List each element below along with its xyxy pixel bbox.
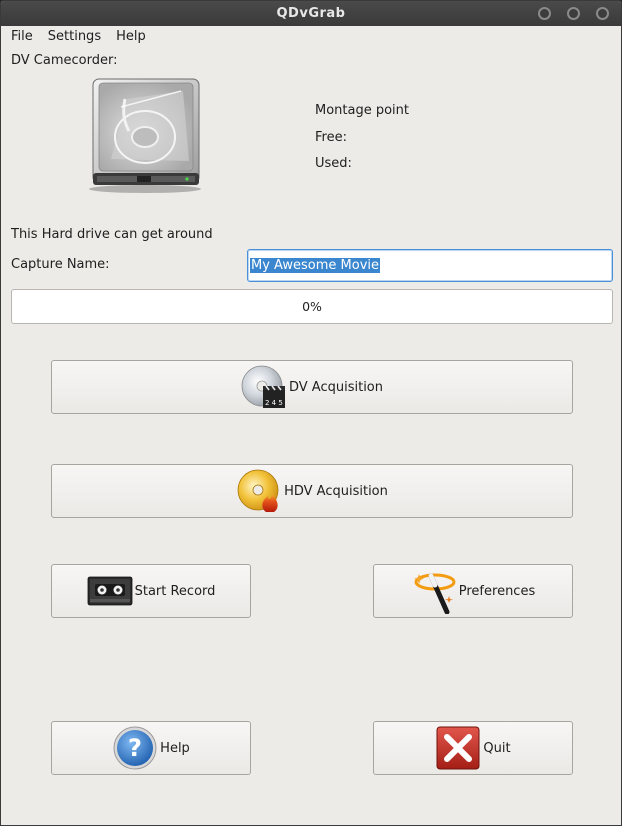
hdv-acquisition-button[interactable]: HDV Acquisition	[51, 464, 573, 518]
start-record-button[interactable]: Start Record	[51, 564, 251, 618]
preferences-label: Preferences	[458, 583, 536, 599]
svg-text:?: ?	[128, 734, 142, 762]
window-title: QDvGrab	[276, 6, 346, 21]
close-window-button[interactable]	[596, 7, 609, 20]
capacity-text: This Hard drive can get around	[11, 227, 213, 242]
capture-progress-bar: 0%	[11, 289, 613, 324]
dv-acquisition-button[interactable]: 2 4 5 DV Acquisition	[51, 360, 573, 414]
quit-button[interactable]: Quit	[373, 721, 573, 775]
menu-file[interactable]: File	[6, 28, 38, 45]
capture-name-label: Capture Name:	[11, 257, 110, 272]
hard-drive-icon	[85, 77, 205, 195]
quit-x-icon	[435, 725, 481, 771]
free-label: Free:	[315, 130, 347, 145]
hdv-acquisition-label: HDV Acquisition	[284, 483, 388, 499]
title-bar: QDvGrab	[1, 1, 621, 26]
menu-settings[interactable]: Settings	[43, 28, 106, 45]
dv-disc-clapper-icon: 2 4 5	[241, 364, 287, 410]
help-label: Help	[160, 740, 190, 756]
montage-point-label: Montage point	[315, 103, 410, 118]
cassette-tape-icon	[87, 568, 133, 614]
magic-wand-icon	[411, 568, 457, 614]
dv-acquisition-label: DV Acquisition	[288, 379, 383, 395]
preferences-button[interactable]: Preferences	[373, 564, 573, 618]
svg-text:2 4 5: 2 4 5	[265, 399, 283, 407]
quit-label: Quit	[483, 740, 511, 756]
main-window: QDvGrab File Settings Help DV Camecorder…	[0, 0, 622, 826]
capture-name-input[interactable]: My Awesome Movie	[247, 249, 613, 282]
progress-text: 0%	[302, 299, 322, 314]
menu-help[interactable]: Help	[111, 28, 151, 45]
used-label: Used:	[315, 156, 352, 171]
minimize-button[interactable]	[538, 7, 551, 20]
help-button[interactable]: ? Help	[51, 721, 251, 775]
start-record-label: Start Record	[134, 583, 216, 599]
menu-bar: File Settings Help	[1, 26, 621, 46]
hdv-burning-disc-icon	[236, 468, 282, 514]
maximize-button[interactable]	[567, 7, 580, 20]
help-question-icon: ?	[112, 725, 158, 771]
camcorder-label: DV Camecorder:	[11, 53, 118, 68]
capture-name-value: My Awesome Movie	[250, 258, 381, 273]
